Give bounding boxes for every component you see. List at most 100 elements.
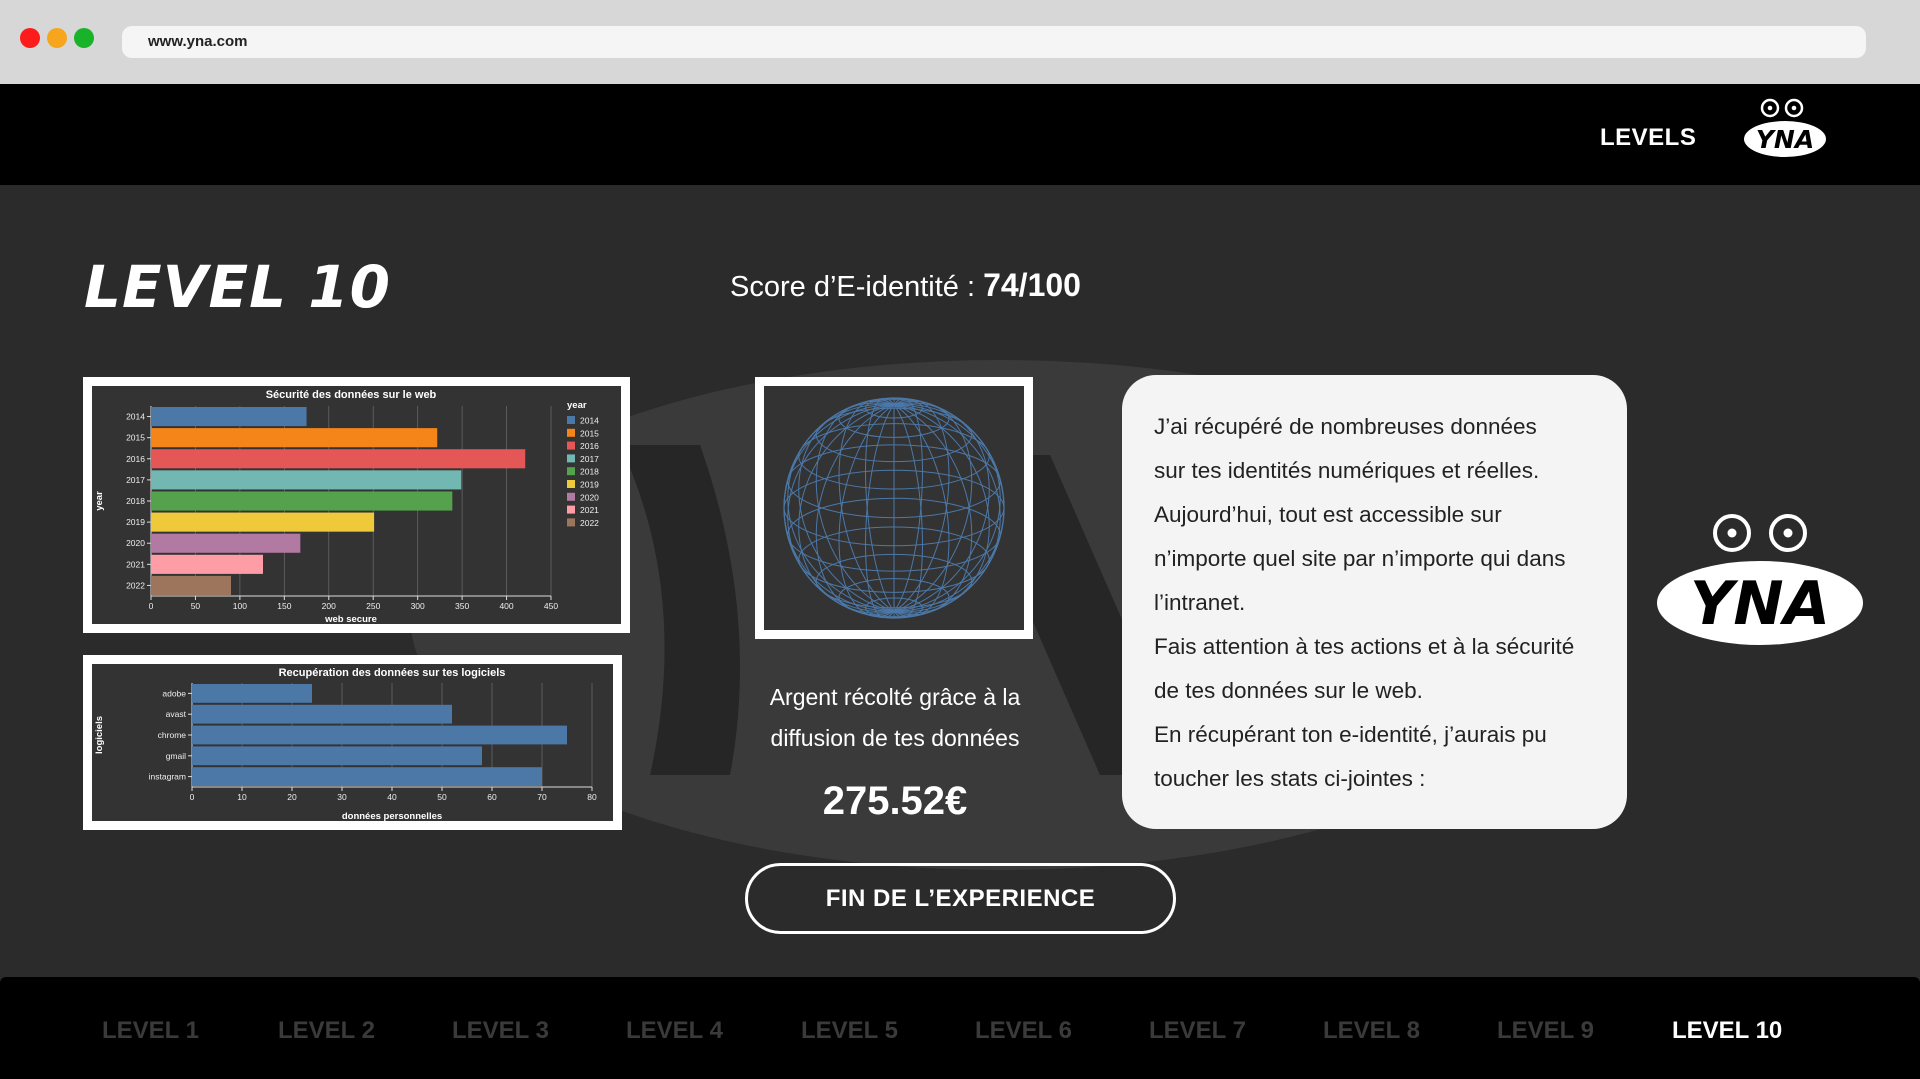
message-line: n’importe quel site par n’importe qui da…: [1154, 546, 1566, 571]
y-tick-label: 2020: [126, 538, 145, 548]
y-tick-label: 2014: [126, 412, 145, 422]
x-tick-label: 100: [233, 601, 247, 611]
main-content: LEVEL 10 Score d’E-identité : 74/100 Séc…: [0, 185, 1920, 977]
web-security-chart: Sécurité des données sur le web 0 50 100 150…: [92, 386, 621, 624]
footer-level-4[interactable]: LEVEL 4: [626, 1017, 723, 1045]
levels-link[interactable]: LEVELS: [1600, 124, 1696, 152]
x-tick-label: 70: [537, 792, 547, 802]
money-label-line2: diffusion de tes données: [770, 725, 1020, 751]
y-axis-label: year: [94, 491, 105, 511]
y-tick-label: 2017: [126, 475, 145, 485]
globe-icon: [764, 386, 1024, 630]
money-label-line1: Argent récolté grâce à la: [769, 684, 1021, 710]
bar-2021: [151, 554, 263, 574]
x-tick-label: 0: [149, 601, 154, 611]
legend-swatch-2020: [567, 492, 575, 501]
legend-swatch-2018: [567, 467, 575, 476]
bar-adobe: [192, 684, 312, 703]
software-data-chart-frame: Recupération des données sur tes logicie…: [83, 655, 622, 830]
legend-label: 2014: [580, 416, 599, 426]
bar-gmail: [192, 746, 482, 766]
big-logo-text: YNA: [1690, 569, 1830, 639]
x-axis-label: web secure: [324, 614, 377, 624]
message-line: En récupérant ton e-identité, j’aurais p…: [1154, 722, 1547, 747]
footer-level-6[interactable]: LEVEL 6: [975, 1017, 1072, 1045]
x-tick-label: 10: [237, 792, 247, 802]
footer-level-7[interactable]: LEVEL 7: [1149, 1017, 1246, 1045]
legend-label: 2017: [580, 454, 599, 464]
x-tick-label: 350: [455, 601, 469, 611]
bar-2018: [151, 491, 453, 511]
y-axis-label: logiciels: [94, 716, 105, 754]
y-tick-label: gmail: [166, 751, 186, 761]
x-tick-label: 300: [411, 601, 425, 611]
footer-level-9[interactable]: LEVEL 9: [1497, 1017, 1594, 1045]
footer-level-10[interactable]: LEVEL 10: [1672, 1017, 1782, 1045]
bar-2019: [151, 512, 375, 532]
legend-label: 2016: [580, 441, 599, 451]
score-label: Score d’E-identité :: [730, 271, 984, 303]
footer-level-5[interactable]: LEVEL 5: [801, 1017, 898, 1045]
level-title: LEVEL 10: [84, 253, 391, 321]
x-tick-label: 20: [287, 792, 297, 802]
globe-longitude: [893, 403, 1001, 612]
legend-swatch-2015: [567, 428, 575, 437]
software-data-chart: Recupération des données sur tes logicie…: [92, 664, 613, 821]
globe-frame: [755, 377, 1033, 639]
globe-longitude: [787, 404, 895, 613]
y-tick-label: avast: [166, 709, 187, 719]
x-tick-label: 50: [437, 792, 447, 802]
message-line: Aujourd’hui, tout est accessible sur: [1154, 502, 1502, 527]
end-experience-button[interactable]: FIN DE L’EXPERIENCE: [745, 863, 1176, 934]
footer-level-1[interactable]: LEVEL 1: [102, 1017, 199, 1045]
yna-logo-icon[interactable]: YNA: [1742, 98, 1828, 160]
message-card: J’ai récupéré de nombreuses données sur …: [1122, 375, 1627, 829]
bar-2016: [151, 449, 526, 469]
maximize-window-button[interactable]: [74, 28, 94, 48]
minimize-window-button[interactable]: [47, 28, 67, 48]
legend-swatch-2014: [567, 416, 575, 424]
message-line: l’intranet.: [1154, 590, 1246, 615]
footer-level-2[interactable]: LEVEL 2: [278, 1017, 375, 1045]
message-line: Fais attention à tes actions et à la séc…: [1154, 634, 1575, 659]
bar-2014: [151, 407, 307, 427]
legend-label: 2022: [580, 518, 599, 528]
y-tick-label: 2019: [126, 517, 145, 527]
nav-logo-text: YNA: [1756, 125, 1814, 154]
footer-level-3[interactable]: LEVEL 3: [452, 1017, 549, 1045]
money-label: Argent récolté grâce à la diffusion de t…: [740, 677, 1050, 759]
x-tick-label: 200: [322, 601, 336, 611]
globe-longitude: [893, 404, 1001, 613]
x-tick-label: 450: [544, 601, 558, 611]
x-tick-label: 400: [499, 601, 513, 611]
legend-swatch-2019: [567, 480, 575, 488]
legend-swatch-2022: [567, 518, 575, 527]
score-value: 74/100: [983, 267, 1081, 303]
close-window-button[interactable]: [20, 28, 40, 48]
y-tick-label: 2015: [126, 433, 145, 443]
browser-toolbar: www.yna.com: [0, 0, 1920, 84]
address-bar[interactable]: www.yna.com: [122, 26, 1866, 58]
y-tick-label: 2021: [126, 559, 145, 569]
legend-swatch-2021: [567, 505, 575, 514]
bar-chrome: [192, 725, 567, 745]
legend-label: 2015: [580, 428, 599, 438]
level-navigation-footer: LEVEL 1 LEVEL 2 LEVEL 3 LEVEL 4 LEVEL 5 …: [0, 977, 1920, 1079]
x-tick-label: 60: [487, 792, 497, 802]
footer-level-8[interactable]: LEVEL 8: [1323, 1017, 1420, 1045]
y-tick-label: 2022: [126, 580, 145, 590]
message-line: J’ai récupéré de nombreuses données: [1154, 414, 1537, 439]
score-display: Score d’E-identité : 74/100: [730, 267, 1081, 304]
globe-longitude: [787, 403, 895, 612]
bar-avast: [192, 704, 452, 724]
legend-swatch-2017: [567, 454, 575, 463]
chart-title: Sécurité des données sur le web: [266, 389, 437, 401]
legend-label: 2018: [580, 467, 599, 477]
x-axis-label: données personnelles: [342, 811, 442, 821]
bar-2015: [151, 428, 438, 448]
legend-label: 2019: [580, 480, 599, 490]
y-tick-label: instagram: [149, 772, 186, 782]
legend-label: 2021: [580, 505, 599, 515]
x-tick-label: 40: [387, 792, 397, 802]
top-navigation: LEVELS YNA: [0, 84, 1920, 185]
